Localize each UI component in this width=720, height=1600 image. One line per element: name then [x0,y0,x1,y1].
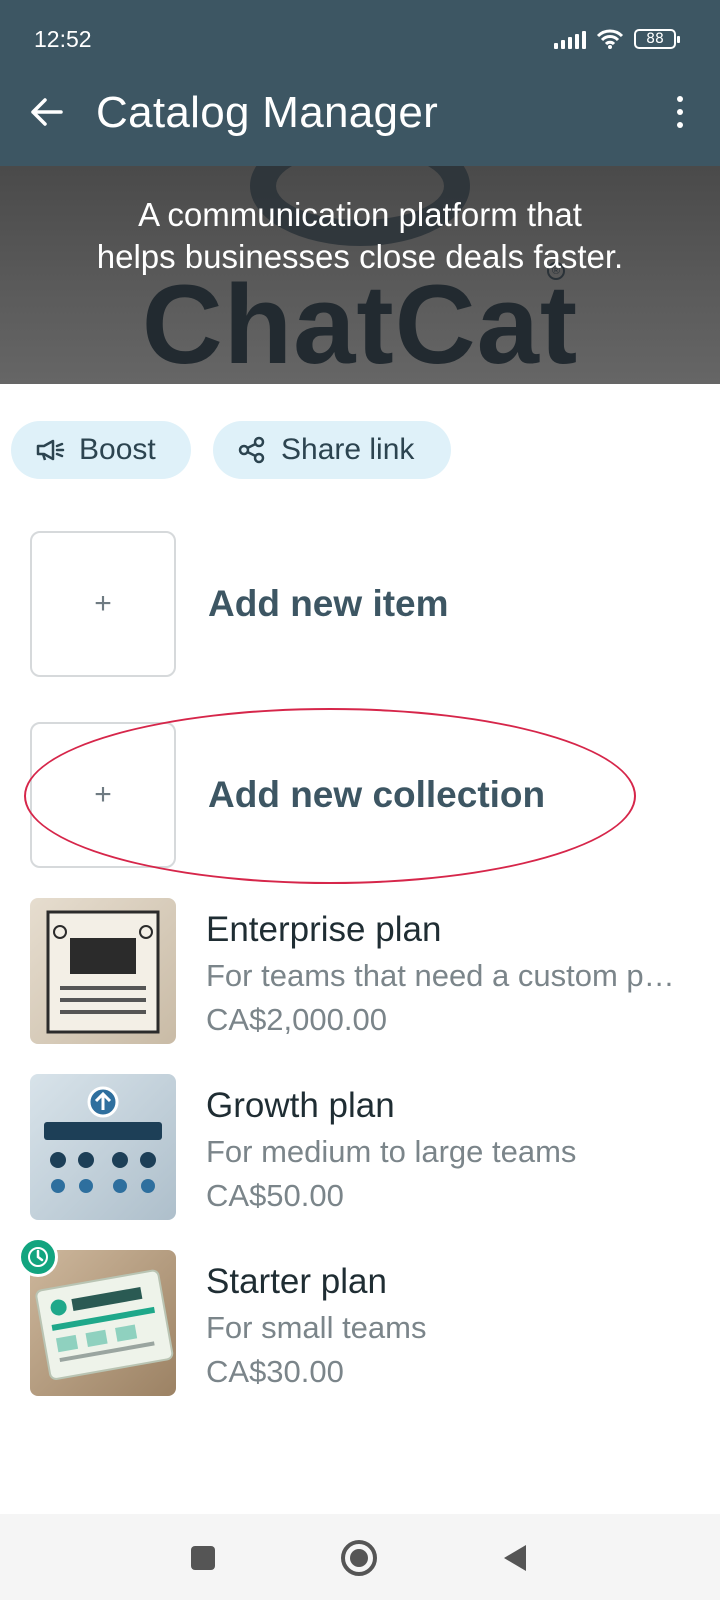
product-description: For medium to large teams [206,1134,577,1169]
more-options-icon[interactable] [670,92,690,132]
battery-level: 88 [646,31,664,47]
cover-tagline: A communication platform that helps busi… [40,194,680,278]
tagline-line-1: A communication platform that [138,196,582,233]
product-name: Starter plan [206,1262,387,1301]
product-item-growth[interactable]: Growth plan For medium to large teams CA… [30,1074,700,1220]
product-thumbnail [30,1074,176,1220]
product-thumbnail [30,898,176,1044]
megaphone-icon [35,435,65,465]
back-button[interactable] [24,90,68,134]
product-name: Enterprise plan [206,910,442,949]
status-icons: 88 [554,28,680,50]
triangle-back-icon [504,1545,526,1571]
cover-banner: ChatCat ® A communication platform that … [0,166,720,384]
product-item-enterprise[interactable]: Enterprise plan For teams that need a cu… [30,898,700,1044]
home-button[interactable] [337,1536,381,1580]
home-circle-icon [341,1540,377,1576]
add-item-plus-icon: + [30,531,176,677]
product-name: Growth plan [206,1086,395,1125]
pending-clock-icon [18,1237,58,1277]
add-new-collection-row[interactable]: + Add new collection [30,722,690,868]
product-price: CA$50.00 [206,1178,344,1213]
product-description: For teams that need a custom p… [206,958,675,993]
product-price: CA$2,000.00 [206,1002,387,1037]
system-back-button[interactable] [493,1536,537,1580]
battery-icon: 88 [634,29,680,49]
boost-button[interactable]: Boost [11,421,191,479]
add-collection-plus-icon: + [30,722,176,868]
add-new-collection-label: Add new collection [208,774,546,815]
status-time: 12:52 [34,26,92,52]
page-title: Catalog Manager [96,88,439,137]
share-link-label: Share link [281,433,415,466]
product-description: For small teams [206,1310,427,1345]
system-navigation-bar [0,1514,720,1600]
recents-button[interactable] [181,1536,225,1580]
boost-label: Boost [79,433,156,466]
square-icon [191,1546,215,1570]
share-icon [237,435,267,465]
tagline-line-2: helps businesses close deals faster. [96,238,624,275]
app-header: 12:52 88 Catalog Manager [0,0,720,166]
signal-icon [554,29,586,49]
add-new-item-label: Add new item [208,583,449,624]
wifi-icon [596,29,624,49]
product-item-starter[interactable]: Starter plan For small teams CA$30.00 [30,1250,700,1396]
arrow-left-icon [31,98,63,126]
product-price: CA$30.00 [206,1354,344,1389]
share-link-button[interactable]: Share link [213,421,451,479]
add-new-item-row[interactable]: + Add new item [30,531,690,677]
cover-logo-text: ChatCat [141,262,579,384]
product-thumbnail [30,1250,176,1396]
